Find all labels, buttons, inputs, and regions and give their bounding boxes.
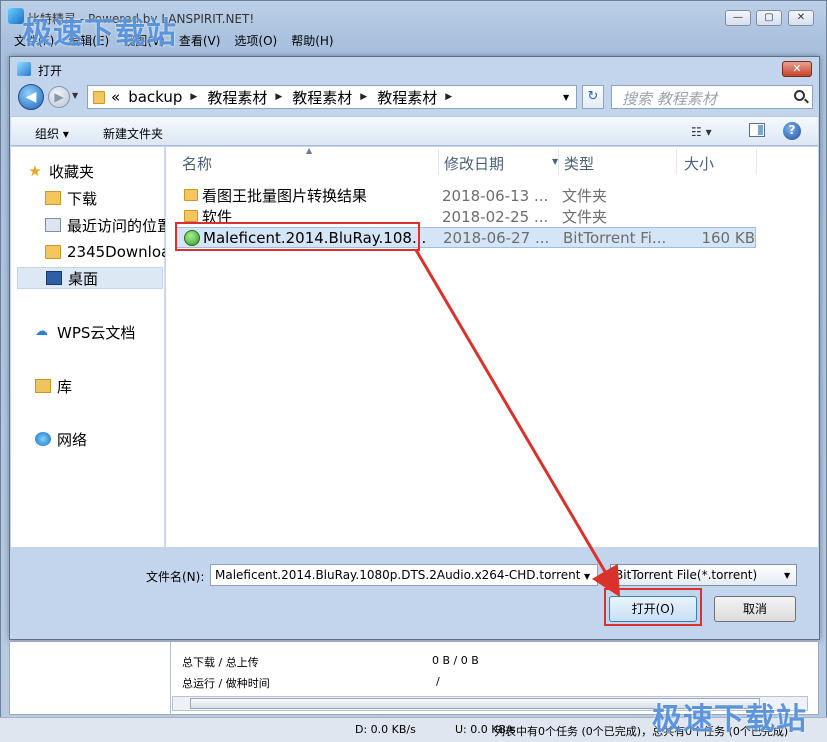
annotation-arrow (414, 249, 621, 598)
total-dl-ul-value: 0 B / 0 B (432, 654, 479, 667)
run-seed-value: / (436, 675, 440, 688)
run-seed-label: 总运行 / 做种时间 (182, 677, 270, 690)
watermark-top: 极速下载站 (22, 16, 177, 51)
watermark-bottom: 极速下载站 (652, 702, 807, 737)
download-speed: D: 0.0 KB/s (355, 723, 416, 736)
total-dl-ul-label: 总下载 / 总上传 (182, 656, 259, 669)
